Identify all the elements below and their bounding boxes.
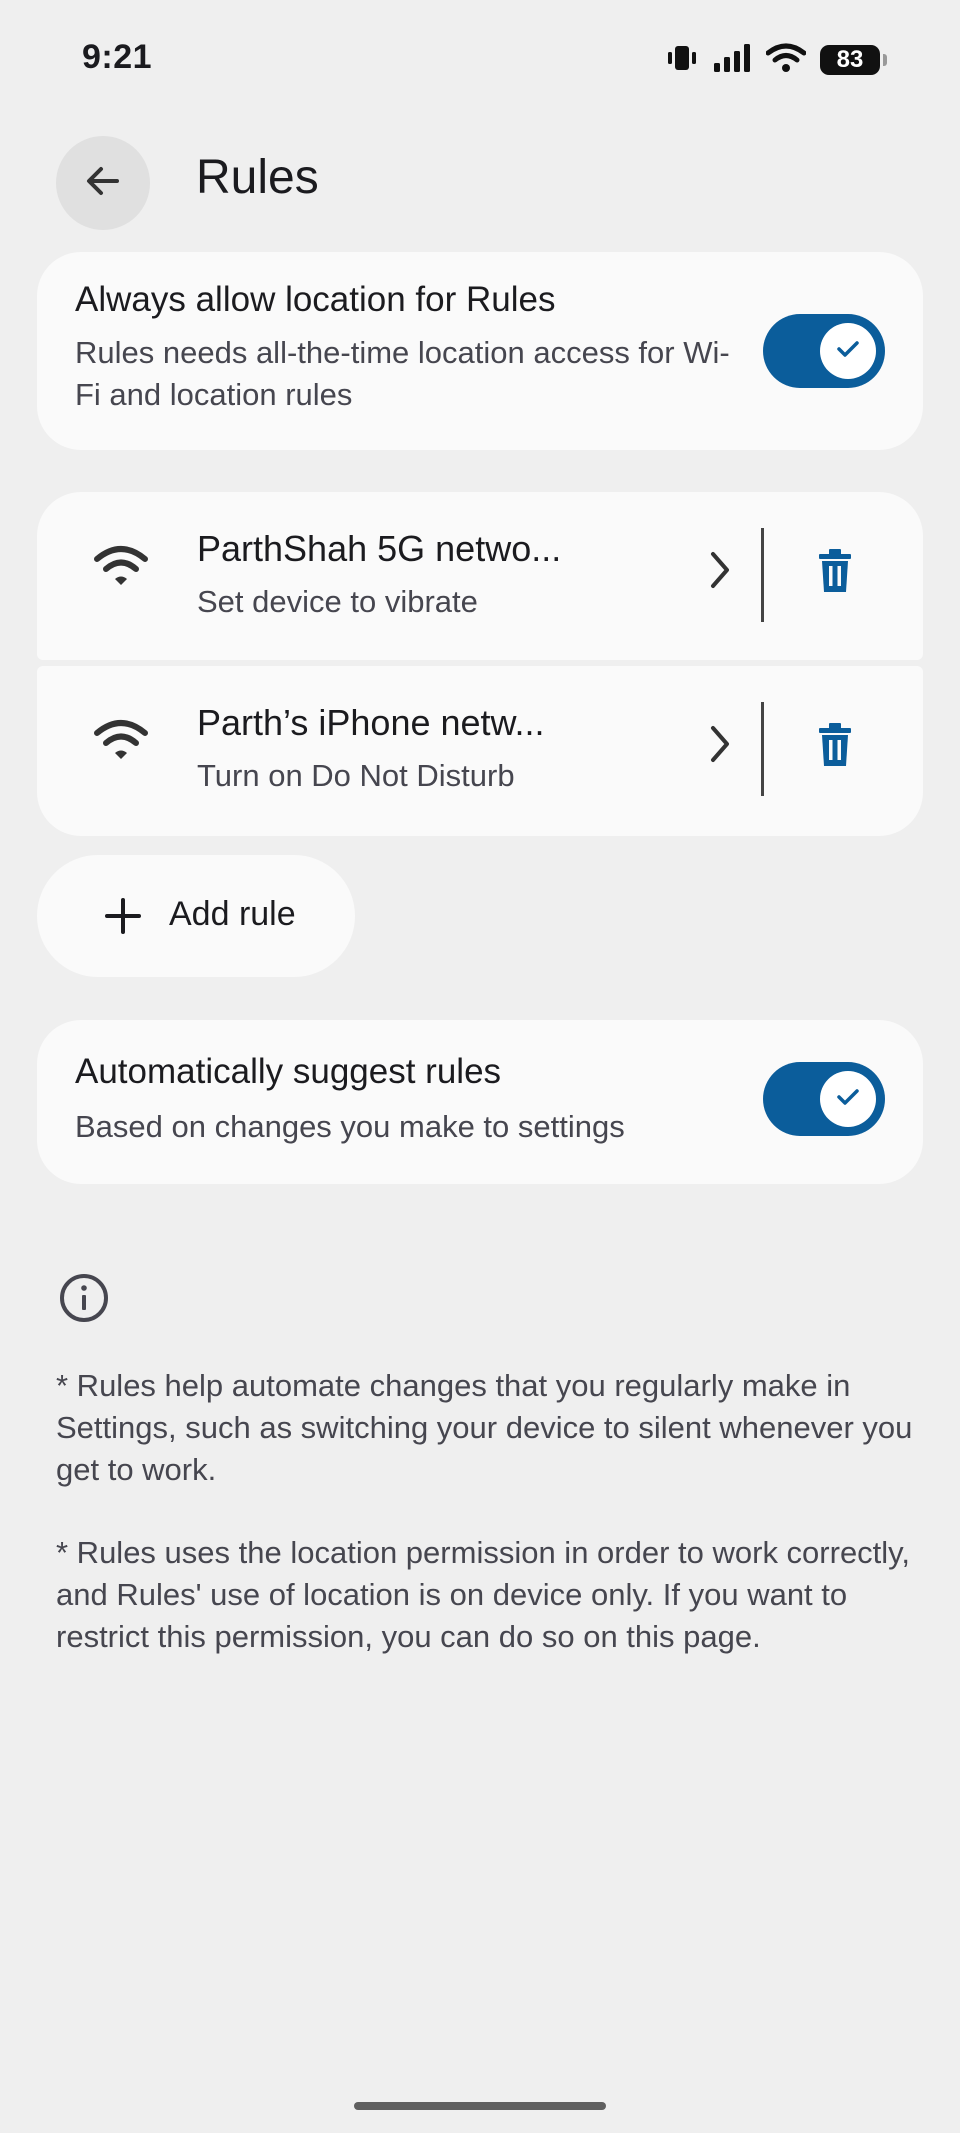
back-button[interactable] — [56, 136, 150, 230]
chevron-right-icon — [705, 722, 735, 771]
trash-icon[interactable] — [815, 722, 855, 773]
vibrate-icon — [666, 44, 698, 77]
location-setting-subtitle: Rules needs all-the-time location access… — [75, 335, 730, 412]
rule-subtitle: Set device to vibrate — [197, 584, 478, 619]
check-icon — [833, 334, 863, 369]
location-setting-title: Always allow location for Rules — [75, 280, 556, 319]
chevron-right-icon — [705, 548, 735, 597]
add-rule-button[interactable]: Add rule — [37, 855, 355, 977]
footer-paragraph: * Rules uses the location permission in … — [56, 1535, 910, 1654]
battery-icon: 83 — [820, 45, 887, 75]
divider — [761, 528, 764, 622]
info-icon — [58, 1272, 110, 1329]
status-bar: 9:21 83 — [0, 0, 960, 110]
toggle-knob — [820, 323, 876, 379]
toggle-knob — [820, 1071, 876, 1127]
divider — [761, 702, 764, 796]
rule-subtitle: Turn on Do Not Disturb — [197, 758, 515, 793]
wifi-icon — [93, 718, 149, 767]
rule-title: Parth’s iPhone netw... — [197, 702, 545, 743]
suggest-rules-card[interactable]: Automatically suggest rules Based on cha… — [37, 1020, 923, 1184]
wifi-icon — [765, 43, 807, 78]
status-icons: 83 — [666, 40, 887, 80]
battery-level: 83 — [836, 46, 864, 73]
add-rule-label: Add rule — [169, 895, 296, 933]
home-indicator[interactable] — [354, 2102, 606, 2110]
suggest-rules-subtitle: Based on changes you make to settings — [75, 1109, 625, 1144]
status-time: 9:21 — [82, 38, 153, 76]
wifi-icon — [93, 544, 149, 593]
signal-icon — [712, 43, 752, 78]
rule-item[interactable]: ParthShah 5G netwo... Set device to vibr… — [37, 492, 923, 660]
plus-icon — [103, 896, 143, 941]
rule-title: ParthShah 5G netwo... — [197, 528, 562, 569]
location-setting-card[interactable]: Always allow location for Rules Rules ne… — [37, 252, 923, 450]
suggest-rules-toggle[interactable] — [763, 1062, 885, 1136]
location-toggle[interactable] — [763, 314, 885, 388]
trash-icon[interactable] — [815, 548, 855, 599]
footer-paragraph: * Rules help automate changes that you r… — [56, 1368, 913, 1487]
rule-item[interactable]: Parth’s iPhone netw... Turn on Do Not Di… — [37, 666, 923, 836]
check-icon — [833, 1082, 863, 1117]
arrow-back-icon — [83, 161, 123, 206]
page-title: Rules — [196, 151, 319, 204]
suggest-rules-title: Automatically suggest rules — [75, 1052, 502, 1091]
